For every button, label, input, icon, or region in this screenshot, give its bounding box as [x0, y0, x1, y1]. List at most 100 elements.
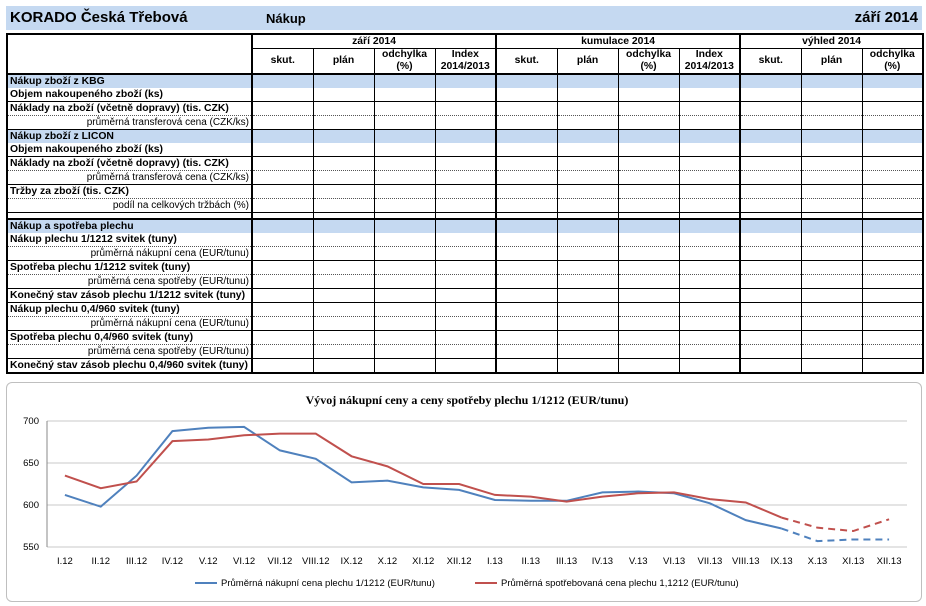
value-cell	[373, 88, 435, 102]
row-label: Náklady na zboží (včetně dopravy) (tis. …	[6, 101, 252, 116]
value-cell	[861, 302, 925, 317]
value-cell	[434, 288, 497, 303]
value-cell	[678, 88, 741, 102]
value-cell	[495, 274, 558, 289]
value-cell	[739, 198, 802, 213]
value-cell	[800, 260, 863, 275]
column-header: plán	[312, 48, 374, 74]
value-cell	[556, 246, 619, 261]
value-cell	[373, 101, 435, 116]
table-row: Konečný stav zásob plechu 1/1212 svitek …	[6, 288, 925, 303]
value-cell	[678, 246, 741, 261]
row-label: Spotřeba plechu 1/1212 svitek (tuny)	[6, 260, 252, 275]
x-tick-label: VII.13	[698, 556, 723, 567]
value-cell	[312, 184, 374, 199]
value-cell	[861, 129, 925, 143]
value-cell	[251, 246, 313, 261]
value-cell	[739, 170, 802, 185]
value-cell	[251, 274, 313, 289]
chart-title: Vývoj nákupní ceny a ceny spotřeby plech…	[306, 393, 629, 407]
table-row: Objem nakoupeného zboží (ks)	[6, 143, 925, 157]
x-tick-label: III.12	[126, 556, 147, 567]
column-header: Index 2014/2013	[678, 48, 741, 74]
y-tick-label: 600	[23, 500, 39, 511]
row-label: průměrná transferová cena (CZK/ks)	[6, 170, 252, 185]
value-cell	[739, 218, 802, 233]
table-row: Konečný stav zásob plechu 0,4/960 svitek…	[6, 358, 925, 374]
value-cell	[739, 156, 802, 171]
value-cell	[617, 330, 680, 345]
value-cell	[495, 101, 558, 116]
value-cell	[495, 246, 558, 261]
value-cell	[617, 184, 680, 199]
value-cell	[312, 233, 374, 247]
value-cell	[373, 233, 435, 247]
value-cell	[373, 156, 435, 171]
value-cell	[800, 344, 863, 359]
value-cell	[251, 302, 313, 317]
value-cell	[861, 358, 925, 374]
value-cell	[739, 143, 802, 157]
row-label: Náklady na zboží (včetně dopravy) (tis. …	[6, 156, 252, 171]
value-cell	[678, 218, 741, 233]
series-forecast-line	[781, 516, 890, 533]
section-row: Nákup zboží z KBG	[6, 73, 925, 88]
value-cell	[373, 198, 435, 213]
value-cell	[495, 198, 558, 213]
section-row: Nákup zboží z LICON	[6, 129, 925, 143]
value-cell	[434, 302, 497, 317]
table-row: Náklady na zboží (včetně dopravy) (tis. …	[6, 101, 925, 116]
value-cell	[312, 143, 374, 157]
value-cell	[312, 115, 374, 130]
value-cell	[678, 330, 741, 345]
value-cell	[739, 302, 802, 317]
value-cell	[800, 184, 863, 199]
value-cell	[800, 88, 863, 102]
value-cell	[434, 170, 497, 185]
value-cell	[617, 260, 680, 275]
value-cell	[312, 344, 374, 359]
column-header: Index 2014/2013	[434, 48, 497, 74]
value-cell	[373, 129, 435, 143]
value-cell	[678, 143, 741, 157]
price-chart: Vývoj nákupní ceny a ceny spotřeby plech…	[6, 382, 922, 602]
value-cell	[678, 344, 741, 359]
row-label: Tržby za zboží (tis. CZK)	[6, 184, 252, 199]
value-cell	[861, 218, 925, 233]
x-tick-label: II.12	[92, 556, 111, 567]
x-tick-label: V.13	[629, 556, 648, 567]
value-cell	[495, 184, 558, 199]
value-cell	[739, 101, 802, 116]
section-label: Nákup a spotřeba plechu	[6, 218, 252, 233]
value-cell	[556, 115, 619, 130]
x-tick-label: III.13	[556, 556, 577, 567]
column-header: skut.	[739, 48, 802, 74]
value-cell	[556, 330, 619, 345]
value-cell	[312, 302, 374, 317]
value-cell	[800, 143, 863, 157]
value-cell	[495, 218, 558, 233]
value-cell	[739, 73, 802, 88]
value-cell	[312, 198, 374, 213]
value-cell	[800, 170, 863, 185]
value-cell	[373, 218, 435, 233]
group-header: výhled 2014	[739, 33, 925, 49]
value-cell	[251, 101, 313, 116]
value-cell	[739, 288, 802, 303]
value-cell	[373, 246, 435, 261]
value-cell	[617, 88, 680, 102]
row-label: průměrná nákupní cena (EUR/tunu)	[6, 246, 252, 261]
report-section: Nákup	[266, 11, 306, 26]
value-cell	[678, 358, 741, 374]
value-cell	[800, 330, 863, 345]
value-cell	[251, 156, 313, 171]
value-cell	[556, 218, 619, 233]
value-cell	[251, 316, 313, 331]
value-cell	[678, 274, 741, 289]
value-cell	[312, 246, 374, 261]
value-cell	[556, 288, 619, 303]
value-cell	[373, 143, 435, 157]
value-cell	[556, 316, 619, 331]
value-cell	[373, 274, 435, 289]
value-cell	[861, 288, 925, 303]
